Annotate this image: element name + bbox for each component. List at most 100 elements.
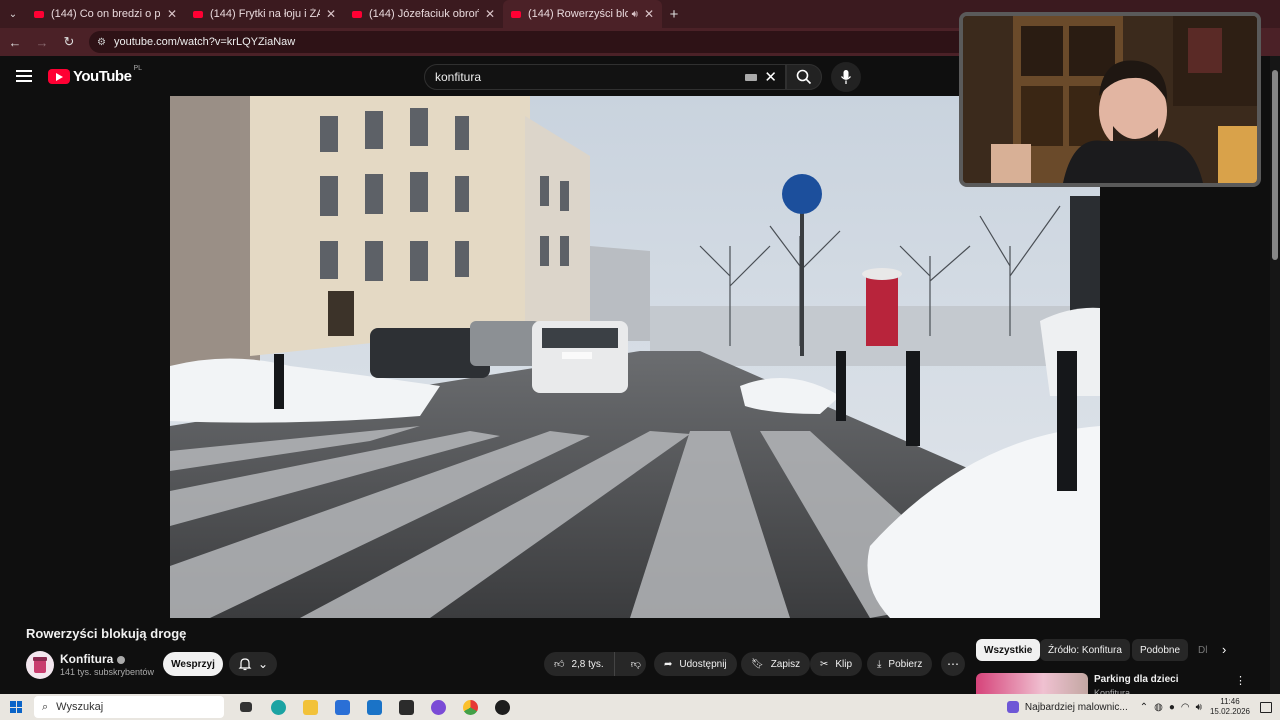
- reload-icon[interactable]: ↻: [57, 30, 81, 54]
- youtube-logo[interactable]: YouTube PL: [48, 65, 142, 85]
- app-purple-icon[interactable]: [422, 694, 454, 720]
- subscriber-count: 141 tys. subskrybentów: [60, 667, 155, 677]
- notifications-button[interactable]: ⌄: [229, 652, 277, 676]
- chevron-up-icon[interactable]: ⌃: [1140, 702, 1148, 713]
- browser-tab-3[interactable]: (144) Józefaciuk obrońcą alimentów ✕: [344, 0, 503, 28]
- clip-label: Klip: [835, 658, 853, 670]
- tab-close-icon[interactable]: ✕: [326, 7, 336, 21]
- browser-tab-1[interactable]: (144) Co on bredzi o platformach ✕: [26, 0, 185, 28]
- address-bar[interactable]: ⚙ youtube.com/watch?v=krLQYZiaNaw: [89, 31, 1029, 53]
- save-label: Zapisz: [770, 658, 801, 670]
- wifi-icon[interactable]: ◠: [1181, 702, 1190, 713]
- search-icon: [796, 69, 812, 85]
- scissors-icon: ✂: [820, 658, 829, 670]
- tab-close-icon[interactable]: ✕: [485, 7, 495, 21]
- site-info-icon[interactable]: ⚙: [97, 37, 106, 48]
- channel-name-text: Konfitura: [60, 652, 114, 666]
- chrome-icon[interactable]: [454, 694, 486, 720]
- taskbar-search[interactable]: ⌕ Wyszukaj: [34, 696, 224, 718]
- chevron-down-icon: ⌄: [257, 657, 269, 671]
- back-arrow-icon[interactable]: ←: [3, 30, 27, 54]
- forward-arrow-icon[interactable]: →: [30, 30, 54, 54]
- like-count: 2,8 tys.: [571, 658, 604, 670]
- search-value: konfitura: [435, 70, 482, 84]
- download-button[interactable]: ⤓ Pobierz: [867, 652, 933, 676]
- browser-tab-4-active[interactable]: (144) Rowerzyści blokują drogę 🔊︎ ✕: [503, 0, 662, 28]
- support-button[interactable]: Wesprzyj: [163, 652, 223, 676]
- network-icon[interactable]: ◍: [1154, 702, 1163, 713]
- weather-icon: [1006, 701, 1019, 713]
- save-button[interactable]: 🔖︎ Zapisz: [741, 652, 811, 676]
- youtube-play-icon: [48, 69, 70, 84]
- keyboard-icon[interactable]: [745, 74, 757, 81]
- taskbar-apps: [230, 694, 518, 720]
- tab-title: (144) Frytki na łoju i ŻARCIE MIE: [210, 8, 320, 20]
- like-button[interactable]: 👍︎ 2,8 tys.: [544, 652, 615, 676]
- recommendation-title[interactable]: Parking dla dzieci: [1094, 674, 1178, 685]
- country-code: PL: [133, 65, 142, 72]
- app-k-icon[interactable]: [390, 694, 422, 720]
- browser-tab-2[interactable]: (144) Frytki na łoju i ŻARCIE MIE ✕: [185, 0, 344, 28]
- clock-date: 15.02.2026: [1209, 707, 1250, 716]
- tab-close-icon[interactable]: ✕: [644, 7, 654, 21]
- weather-widget[interactable]: Najbardziej malownic...: [1006, 701, 1128, 713]
- new-tab-plus-icon[interactable]: +: [662, 6, 686, 23]
- app-dark-icon[interactable]: [486, 694, 518, 720]
- thumbs-down-icon: 👎︎: [630, 659, 641, 670]
- like-dislike-group: 👍︎ 2,8 tys. 👎︎: [544, 652, 646, 676]
- dislike-button[interactable]: 👎︎: [622, 658, 641, 670]
- webcam-overlay: [959, 12, 1261, 187]
- share-arrow-icon: ➦: [664, 658, 673, 670]
- file-explorer-icon[interactable]: [294, 694, 326, 720]
- notification-center-icon[interactable]: [1260, 701, 1272, 713]
- chevron-right-icon[interactable]: ›: [1222, 642, 1226, 657]
- webcam-streamer-feed: [963, 16, 1257, 183]
- recommendation-menu-icon[interactable]: ⋮: [1235, 674, 1246, 687]
- recommendation-thumbnail[interactable]: [976, 673, 1088, 695]
- tab-search-chevron-icon[interactable]: ⌄: [0, 0, 26, 28]
- chip-truncated[interactable]: Dl: [1190, 639, 1214, 661]
- youtube-favicon-icon: [193, 10, 203, 18]
- search-button[interactable]: [786, 64, 822, 90]
- jam-jar-icon: [33, 657, 47, 673]
- edge-icon[interactable]: [262, 694, 294, 720]
- bell-icon: [238, 658, 252, 671]
- screen: ⌄ (144) Co on bredzi o platformach ✕ (14…: [0, 0, 1280, 720]
- download-label: Pobierz: [888, 658, 923, 670]
- more-actions-icon[interactable]: ⋯: [941, 652, 965, 676]
- windows-taskbar: ⌕ Wyszukaj Najbardziej malownic... ⌃ ◍ ●: [0, 694, 1280, 720]
- speaker-icon[interactable]: 🔊︎: [632, 9, 638, 20]
- store-icon[interactable]: [326, 694, 358, 720]
- clip-button[interactable]: ✂ Klip: [810, 652, 863, 676]
- weather-text: Najbardziej malownic...: [1024, 701, 1128, 713]
- chip-source-konfitura[interactable]: Źródło: Konfitura: [1040, 639, 1130, 661]
- clock[interactable]: 11:46 15.02.2026: [1210, 697, 1250, 717]
- taskbar-search-placeholder: Wyszukaj: [56, 701, 104, 713]
- channel-avatar[interactable]: [26, 651, 54, 679]
- share-button[interactable]: ➦ Udostępnij: [654, 652, 737, 676]
- channel-name[interactable]: Konfitura: [60, 652, 126, 666]
- thumbs-up-icon: 👍︎: [554, 659, 565, 670]
- microphone-tray-icon[interactable]: ●: [1169, 702, 1175, 713]
- tab-title: (144) Co on bredzi o platformach: [51, 8, 161, 20]
- search-icon: ⌕: [42, 700, 49, 713]
- youtube-favicon-icon: [34, 10, 44, 18]
- clear-search-icon[interactable]: ✕: [764, 68, 777, 86]
- outlook-icon[interactable]: [358, 694, 390, 720]
- search-input[interactable]: konfitura ✕: [424, 64, 786, 90]
- volume-icon[interactable]: 🔊︎: [1196, 702, 1202, 713]
- download-icon: ⤓: [877, 658, 882, 670]
- chip-related[interactable]: Podobne: [1132, 639, 1189, 661]
- voice-search-button[interactable]: [831, 62, 861, 92]
- chip-all[interactable]: Wszystkie: [976, 639, 1041, 661]
- task-view-icon[interactable]: [230, 694, 262, 720]
- menu-hamburger-icon[interactable]: [16, 70, 32, 82]
- logo-wordmark: YouTube: [73, 68, 132, 85]
- tab-close-icon[interactable]: ✕: [167, 7, 177, 21]
- system-tray: Najbardziej malownic... ⌃ ◍ ● ◠ 🔊︎ 11:46…: [1006, 694, 1280, 720]
- windows-logo-icon: [10, 701, 22, 713]
- url-text: youtube.com/watch?v=krLQYZiaNaw: [113, 36, 296, 48]
- tab-title: (144) Rowerzyści blokują drogę: [528, 8, 628, 20]
- page-scrollbar-thumb[interactable]: [1272, 70, 1278, 260]
- start-button[interactable]: [0, 694, 32, 720]
